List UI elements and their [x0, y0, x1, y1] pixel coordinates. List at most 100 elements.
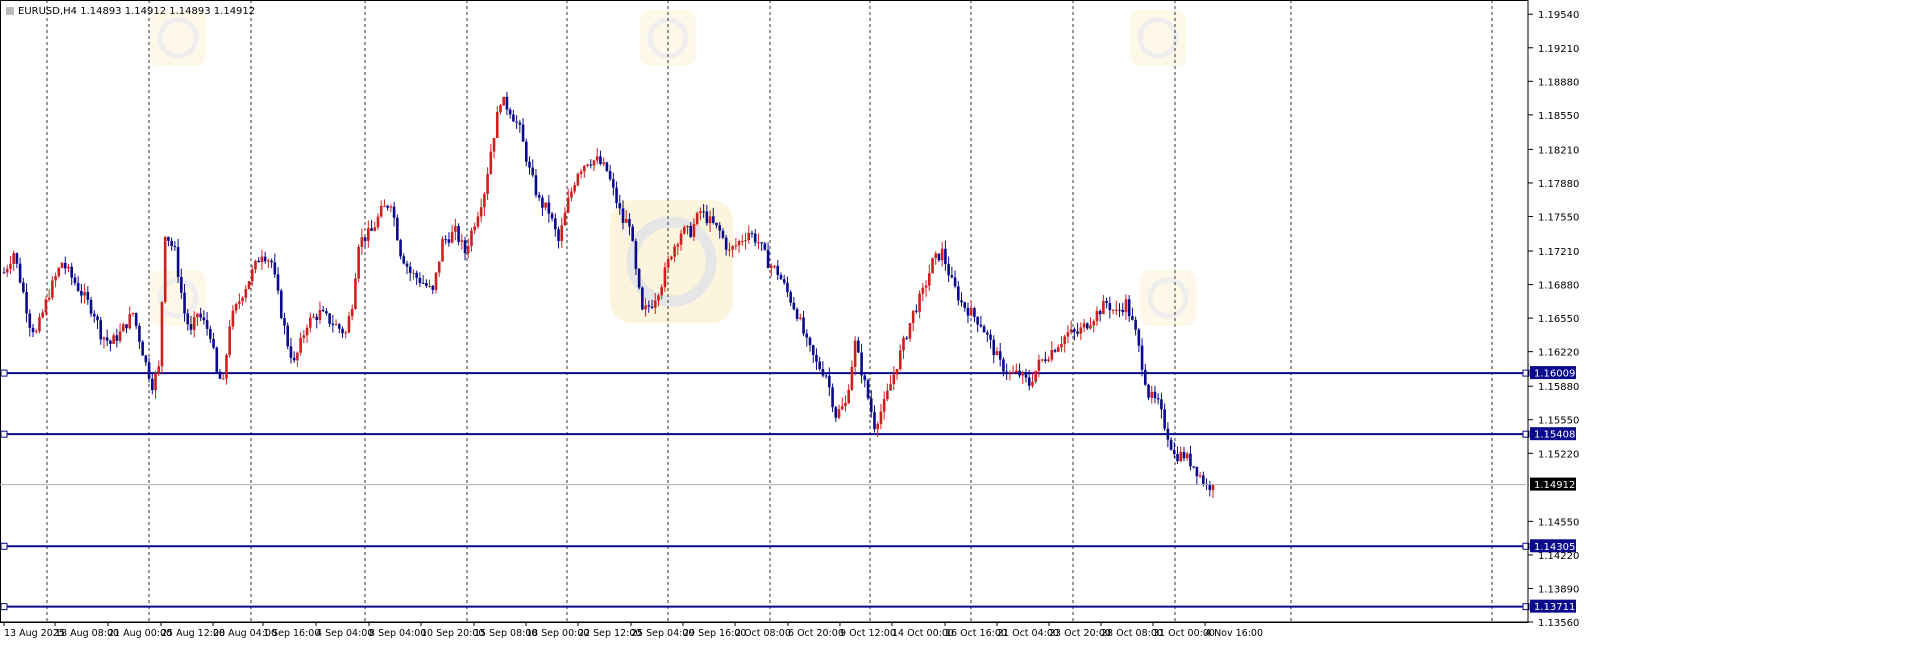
candle-body-216 — [699, 211, 702, 214]
candle-body-208 — [673, 246, 676, 257]
level-handle-left-2 — [0, 542, 8, 550]
candle-body-355 — [1147, 384, 1150, 398]
candle-body-116 — [376, 216, 380, 228]
candle-body-201 — [650, 306, 654, 308]
y-tick-label-12: 1.15550 — [1538, 416, 1579, 427]
candle-body-219 — [708, 216, 712, 224]
candle-body-176 — [570, 191, 573, 198]
candle-body-361 — [1166, 428, 1170, 440]
candle-body-25 — [83, 292, 86, 296]
candle-body-150 — [486, 173, 489, 195]
candle-body-97 — [315, 316, 319, 320]
candle-body-215 — [695, 213, 699, 224]
candle-body-81 — [263, 256, 267, 262]
candle-body-101 — [328, 313, 331, 324]
candle-body-52 — [170, 240, 173, 247]
candle-body-241 — [779, 274, 783, 280]
watermark-0 — [150, 10, 206, 66]
candle-body-148 — [479, 207, 483, 217]
candle-body-364 — [1176, 453, 1179, 462]
candle-body-270 — [873, 412, 876, 430]
candle-body-21 — [70, 266, 74, 278]
candle-body-305 — [986, 332, 989, 335]
candle-body-179 — [579, 171, 583, 174]
candle-body-335 — [1082, 323, 1086, 328]
candle-body-110 — [357, 246, 360, 279]
candle-body-232 — [750, 232, 754, 234]
candle-body-137 — [444, 239, 447, 241]
candle-body-10 — [34, 331, 38, 333]
candle-body-140 — [454, 226, 457, 232]
candle-body-151 — [489, 151, 493, 174]
candle-body-312 — [1008, 372, 1012, 374]
candle-body-218 — [705, 211, 709, 224]
candle-body-45 — [147, 362, 151, 379]
candle-body-1 — [5, 268, 9, 273]
candle-body-200 — [647, 305, 651, 307]
candle-body-120 — [389, 206, 393, 208]
candle-body-260 — [840, 406, 844, 410]
candle-body-290 — [937, 253, 941, 261]
candle-body-114 — [370, 228, 373, 231]
candle-body-220 — [711, 216, 715, 223]
candle-body-332 — [1073, 329, 1076, 332]
candle-body-289 — [934, 253, 938, 258]
candle-body-271 — [876, 423, 880, 430]
candle-body-244 — [789, 292, 792, 303]
candle-body-327 — [1056, 347, 1060, 352]
candle-body-56 — [183, 292, 186, 314]
candle-body-287 — [927, 273, 931, 286]
candle-body-273 — [882, 399, 886, 412]
candle-body-261 — [844, 402, 847, 407]
candle-body-32 — [105, 337, 109, 341]
candle-body-19 — [63, 262, 67, 269]
candle-body-203 — [657, 295, 660, 301]
candle-body-121 — [392, 206, 396, 218]
horizontal-levels[interactable]: 1.160091.154081.143051.13711 — [0, 366, 1576, 613]
candle-body-55 — [180, 277, 183, 293]
candle-body-343 — [1108, 303, 1112, 311]
y-tick-label-7: 1.17210 — [1538, 247, 1579, 258]
level-label-0: 1.16009 — [1534, 369, 1575, 380]
candle-body-341 — [1102, 300, 1105, 315]
price-axis: 1.19540 1.19210 1.18880 1.18550 1.18210 1.178… — [0, 0, 1579, 629]
candle-body-295 — [953, 277, 957, 287]
candle-body-167 — [541, 197, 544, 208]
candle-body-280 — [905, 337, 909, 339]
candle-body-82 — [267, 260, 270, 262]
x-tick-label-16: 9 Oct 12:00 — [840, 628, 896, 639]
candle-body-359 — [1160, 399, 1163, 410]
candle-body-317 — [1024, 372, 1028, 378]
candle-body-318 — [1027, 377, 1031, 386]
candle-body-51 — [167, 236, 170, 241]
candle-body-41 — [134, 313, 138, 326]
candle-body-243 — [786, 282, 789, 293]
candle-body-292 — [944, 248, 947, 265]
candle-body-330 — [1066, 332, 1070, 337]
candle-body-65 — [212, 338, 215, 348]
candle-body-301 — [973, 308, 976, 317]
candle-body-103 — [334, 324, 338, 326]
candle-body-206 — [666, 259, 670, 268]
candle-body-222 — [718, 225, 722, 231]
candle-body-186 — [602, 162, 605, 164]
candle-body-135 — [437, 261, 441, 273]
candle-body-134 — [434, 272, 438, 290]
candle-body-63 — [205, 320, 209, 329]
x-tick-label-15: 6 Oct 20:00 — [788, 628, 844, 639]
candle-body-303 — [979, 324, 983, 327]
candle-body-183 — [592, 160, 596, 166]
candle-body-24 — [80, 290, 83, 296]
candle-body-142 — [460, 240, 464, 242]
candlestick-chart[interactable]: 1.160091.154081.143051.13711 1.195401.19… — [0, 0, 1920, 642]
candle-body-365 — [1179, 452, 1183, 462]
chart-title: EURUSD,H4 1.14893 1.14912 1.14893 1.1491… — [6, 6, 255, 17]
candle-body-12 — [41, 312, 44, 318]
candle-body-164 — [531, 167, 535, 176]
candle-body-129 — [418, 277, 422, 283]
candle-body-321 — [1037, 359, 1041, 371]
candle-body-231 — [747, 232, 751, 241]
candle-body-213 — [689, 225, 693, 237]
candle-body-126 — [408, 266, 412, 273]
candle-body-154 — [499, 105, 502, 113]
